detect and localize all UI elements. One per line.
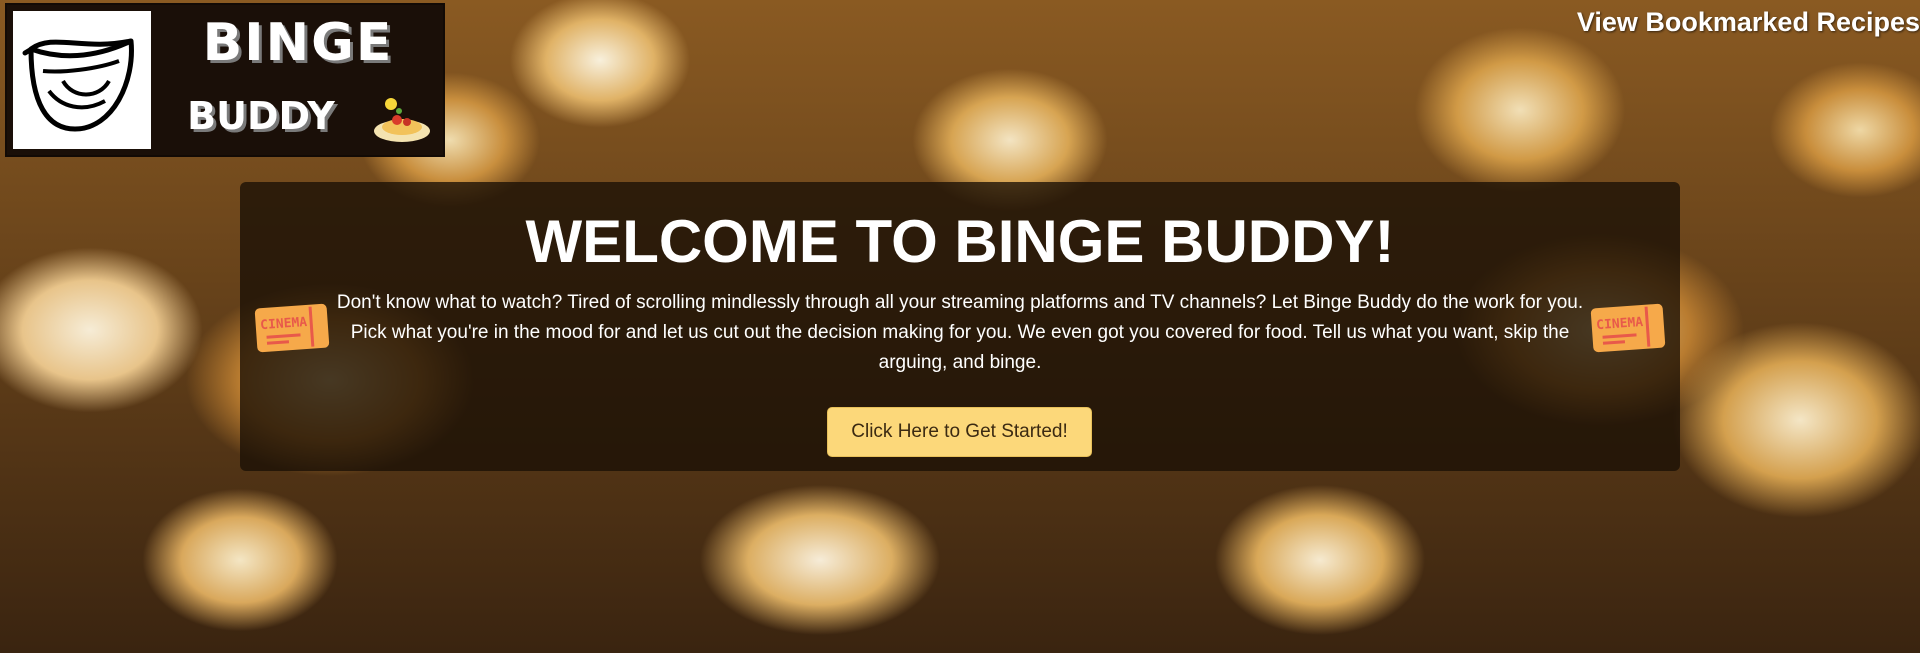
cinema-ticket-icon: CINEMA	[1590, 303, 1666, 353]
logo-word-buddy: BUDDY	[187, 94, 335, 138]
binge-buddy-logo[interactable]: BINGE BUDDY	[5, 3, 445, 157]
view-bookmarked-recipes-link[interactable]: View Bookmarked Recipes	[1577, 4, 1920, 40]
mouth-icon	[22, 38, 134, 132]
cinema-ticket-icon: CINEMA	[254, 303, 330, 353]
welcome-description: Don't know what to watch? Tired of scrol…	[336, 292, 1584, 373]
logo-word-binge: BINGE	[202, 13, 394, 73]
spaghetti-plate-icon	[374, 98, 430, 142]
landing-page: BINGE BUDDY View Bookmarked Recipes WELC…	[0, 0, 1920, 653]
mouth-logo-box	[13, 11, 151, 149]
get-started-button[interactable]: Click Here to Get Started!	[827, 407, 1092, 457]
welcome-panel: WELCOME TO BINGE BUDDY! CINEMA Don't kno…	[240, 182, 1680, 471]
page-title: WELCOME TO BINGE BUDDY!	[525, 208, 1395, 275]
